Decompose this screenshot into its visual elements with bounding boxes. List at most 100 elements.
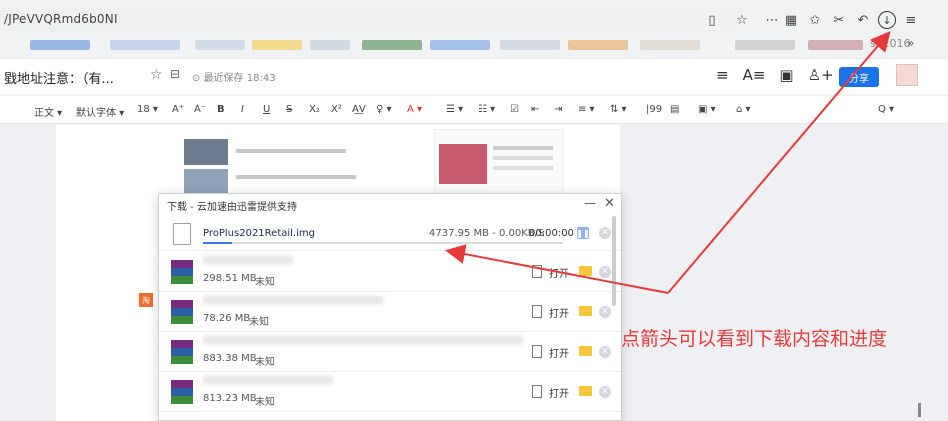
list-item[interactable]: 813.23 MB 未知 打开 ✕ <box>159 372 621 412</box>
italic-button[interactable]: I <box>241 104 244 115</box>
plugin-button[interactable]: ⌂ ▾ <box>736 104 751 115</box>
minimize-icon[interactable]: — <box>584 196 596 210</box>
file-size: 298.51 MB <box>203 273 257 284</box>
font-shrink-button[interactable]: A⁻ <box>194 104 206 115</box>
pause-button[interactable]: ❚❚ <box>576 227 590 239</box>
insert-button[interactable]: ▣ ▾ <box>698 104 716 115</box>
bookmark-item[interactable] <box>735 40 795 50</box>
list-item[interactable]: 78.26 MB 未知 打开 ✕ <box>159 292 621 332</box>
search-button[interactable]: Q ▾ <box>878 104 894 115</box>
share-button[interactable]: 分享 <box>839 67 879 87</box>
favorites-icon[interactable]: ✩ <box>806 11 824 29</box>
rar-file-icon <box>171 260 193 284</box>
download-dialog: 下载 - 云加速由迅雷提供支持 — ✕ ProPlus2021Retail.im… <box>158 193 622 421</box>
bookmark-item[interactable] <box>362 40 422 50</box>
bookmark-item[interactable] <box>430 40 490 50</box>
indent-button[interactable]: ⇥ <box>554 104 562 115</box>
news-thumbnail <box>184 139 228 165</box>
active-download-row[interactable]: ProPlus2021Retail.img 4737.95 MB - 0.00K… <box>159 215 621 251</box>
dialog-scrollbar[interactable] <box>612 216 616 306</box>
rar-file-icon <box>171 380 193 404</box>
open-button[interactable]: 打开 <box>549 265 569 280</box>
remove-icon[interactable]: ✕ <box>599 306 611 318</box>
browser-toolbar: /JPeVVQRmd6b0NI ▯ ☆ ⋯ ▦ ✩ ✂ ↶ ↓ ≡ <box>0 8 948 34</box>
document-icon[interactable] <box>532 305 542 318</box>
bookmark-item[interactable] <box>808 40 863 50</box>
bold-button[interactable]: B <box>217 104 225 115</box>
font-size-select[interactable]: 18 ▾ <box>137 104 158 115</box>
avatar[interactable] <box>896 64 918 86</box>
line-spacing-button[interactable]: ⇅ ▾ <box>610 104 627 115</box>
apps-icon[interactable]: ▦ <box>782 11 800 29</box>
outdent-button[interactable]: ⇤ <box>531 104 539 115</box>
char-spacing-button[interactable]: A͟V <box>352 104 366 115</box>
undo-icon[interactable]: ↶ <box>854 11 872 29</box>
doc-title[interactable]: 戥地址注意：（有... <box>4 68 114 87</box>
news-line <box>236 175 356 179</box>
download-filename: ProPlus2021Retail.img <box>203 228 315 239</box>
add-user-icon[interactable]: ♙+ <box>808 66 834 84</box>
folder-icon[interactable] <box>579 386 592 396</box>
list-item[interactable]: 298.51 MB 未知 打开 ✕ <box>159 252 621 292</box>
bookmark-item[interactable] <box>195 40 245 50</box>
address-bar[interactable]: /JPeVVQRmd6b0NI <box>0 8 742 32</box>
app-badge-icon: 淘 <box>139 293 153 307</box>
present-icon[interactable]: ▣ <box>779 66 793 84</box>
bookmark-label[interactable]: sa2016 <box>870 37 910 50</box>
document-icon[interactable] <box>532 345 542 358</box>
folder-icon[interactable] <box>579 306 592 316</box>
redacted-filename <box>203 256 293 264</box>
saved-text: 最近保存 18:43 <box>203 73 276 84</box>
folder-icon[interactable] <box>579 266 592 276</box>
clipboard-icon[interactable]: ▯ <box>703 11 721 29</box>
code-block-button[interactable]: ▤ <box>670 104 679 115</box>
align-button[interactable]: ≡ ▾ <box>578 104 595 115</box>
doc-header: 戥地址注意：（有... ☆ ⊟ ⊙ 最近保存 18:43 ≡ A≡ ▣ ♙+ 分… <box>0 58 948 94</box>
scissors-icon[interactable]: ✂ <box>830 11 848 29</box>
star-icon[interactable]: ☆ <box>733 11 751 29</box>
page-scrollbar[interactable] <box>918 403 921 417</box>
open-button[interactable]: 打开 <box>549 385 569 400</box>
move-icon[interactable]: ⊟ <box>170 67 180 81</box>
underline-button[interactable]: U <box>263 104 270 115</box>
document-icon[interactable] <box>532 265 542 278</box>
more-icon[interactable]: ⋯ <box>763 11 781 29</box>
bookmark-item[interactable] <box>310 40 350 50</box>
close-icon[interactable]: ✕ <box>604 196 615 211</box>
font-grow-button[interactable]: A⁺ <box>172 104 184 115</box>
font-color-button[interactable]: A ▾ <box>407 104 422 115</box>
folder-icon[interactable] <box>579 346 592 356</box>
star-icon[interactable]: ☆ <box>150 67 163 83</box>
open-button[interactable]: 打开 <box>549 345 569 360</box>
superscript-button[interactable]: X² <box>331 104 342 115</box>
cancel-icon[interactable]: ✕ <box>599 227 611 239</box>
highlight-button[interactable]: ♀ ▾ <box>376 104 392 115</box>
checklist-button[interactable]: ☑ <box>510 104 519 115</box>
remove-icon[interactable]: ✕ <box>599 346 611 358</box>
remove-icon[interactable]: ✕ <box>599 266 611 278</box>
doc-header-icons: ≡ A≡ ▣ ♙+ <box>716 66 834 84</box>
remove-icon[interactable]: ✕ <box>599 386 611 398</box>
bookmark-item[interactable] <box>110 40 180 50</box>
bullet-list-button[interactable]: ☰ ▾ <box>446 104 463 115</box>
bookmark-item[interactable] <box>500 40 560 50</box>
menu-icon[interactable]: ≡ <box>716 66 729 84</box>
open-button[interactable]: 打开 <box>549 305 569 320</box>
quote-button[interactable]: |99 <box>646 104 662 115</box>
document-icon[interactable] <box>532 385 542 398</box>
font-select[interactable]: 默认字体 ▾ <box>76 104 124 119</box>
number-list-button[interactable]: ☷ ▾ <box>478 104 495 115</box>
bookmark-item[interactable] <box>30 40 90 50</box>
menu-icon[interactable]: ≡ <box>902 11 920 29</box>
bookmark-item[interactable] <box>568 40 628 50</box>
subscript-button[interactable]: X₂ <box>309 104 320 115</box>
bookmarks-more-icon[interactable]: » <box>907 36 914 50</box>
strikethrough-button[interactable]: S <box>286 104 292 115</box>
list-item[interactable]: 883.38 MB 未知 打开 ✕ <box>159 332 621 372</box>
download-icon[interactable]: ↓ <box>878 11 896 29</box>
format-icon[interactable]: A≡ <box>743 66 766 84</box>
style-select[interactable]: 正文 ▾ <box>34 104 62 119</box>
news-line <box>236 149 346 153</box>
bookmark-item[interactable] <box>252 40 302 50</box>
bookmark-item[interactable] <box>640 40 700 50</box>
